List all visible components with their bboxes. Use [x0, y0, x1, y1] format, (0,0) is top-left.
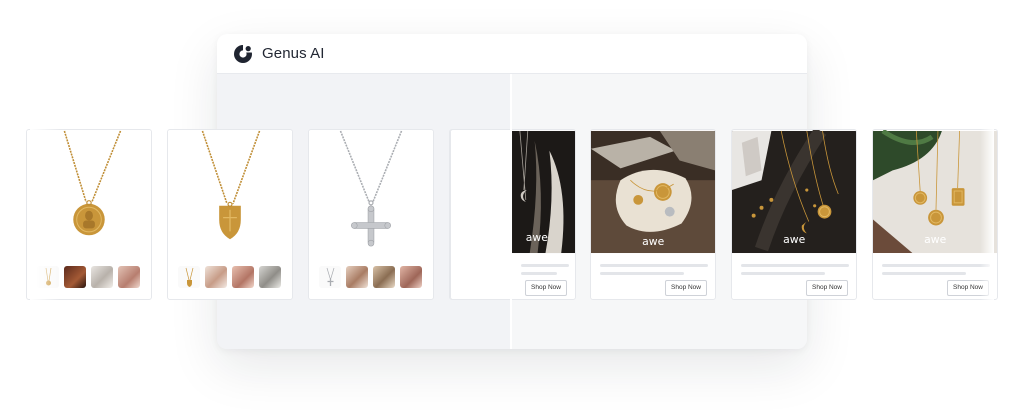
shop-now-button[interactable]: Shop Now — [806, 280, 848, 296]
generated-ad-card[interactable]: awe Shop Now — [590, 129, 716, 300]
product-card[interactable] — [167, 129, 293, 300]
thumb-model-photo[interactable] — [373, 266, 395, 288]
title-bar: Genus AI — [217, 34, 807, 74]
watermark-text: awe — [924, 233, 946, 246]
thumb-model-photo[interactable] — [205, 266, 227, 288]
lifestyle-stone-dish-photo: awe — [591, 130, 715, 254]
brand-name: Genus AI — [262, 45, 325, 62]
watermark-text: awe — [642, 235, 664, 248]
lifestyle-feathers-photo: awe — [451, 130, 575, 254]
lifestyle-plant-pendants-photo: awe — [873, 130, 997, 254]
genus-ai-logo-icon — [234, 43, 253, 63]
necklace-cross-photo — [309, 130, 433, 254]
watermark-text: awe — [526, 231, 548, 244]
thumb-model-photo[interactable] — [64, 266, 86, 288]
thumb-model-photo[interactable] — [91, 266, 113, 288]
necklace-shield-photo — [168, 130, 292, 254]
thumb-model-photo[interactable] — [346, 266, 368, 288]
thumb-pendant-icon[interactable] — [178, 266, 200, 288]
thumb-model-photo[interactable] — [232, 266, 254, 288]
thumbnail-strip — [319, 266, 422, 288]
shop-now-button[interactable]: Shop Now — [525, 280, 567, 296]
left-edge-fade — [30, 120, 60, 310]
thumb-model-photo[interactable] — [118, 266, 140, 288]
thumbnail-strip — [178, 266, 281, 288]
generated-ad-card[interactable]: awe Shop Now — [450, 129, 576, 300]
watermark-text: awe — [783, 233, 805, 246]
product-card[interactable] — [308, 129, 434, 300]
right-edge-fade — [980, 120, 994, 310]
thumb-pendant-icon[interactable] — [319, 266, 341, 288]
shop-now-button[interactable]: Shop Now — [665, 280, 707, 296]
generated-ad-card[interactable]: awe Shop Now — [731, 129, 857, 300]
lifestyle-dark-moon-photo: awe — [732, 130, 856, 254]
thumb-model-photo[interactable] — [400, 266, 422, 288]
thumb-model-photo[interactable] — [259, 266, 281, 288]
comparison-divider — [510, 129, 512, 300]
